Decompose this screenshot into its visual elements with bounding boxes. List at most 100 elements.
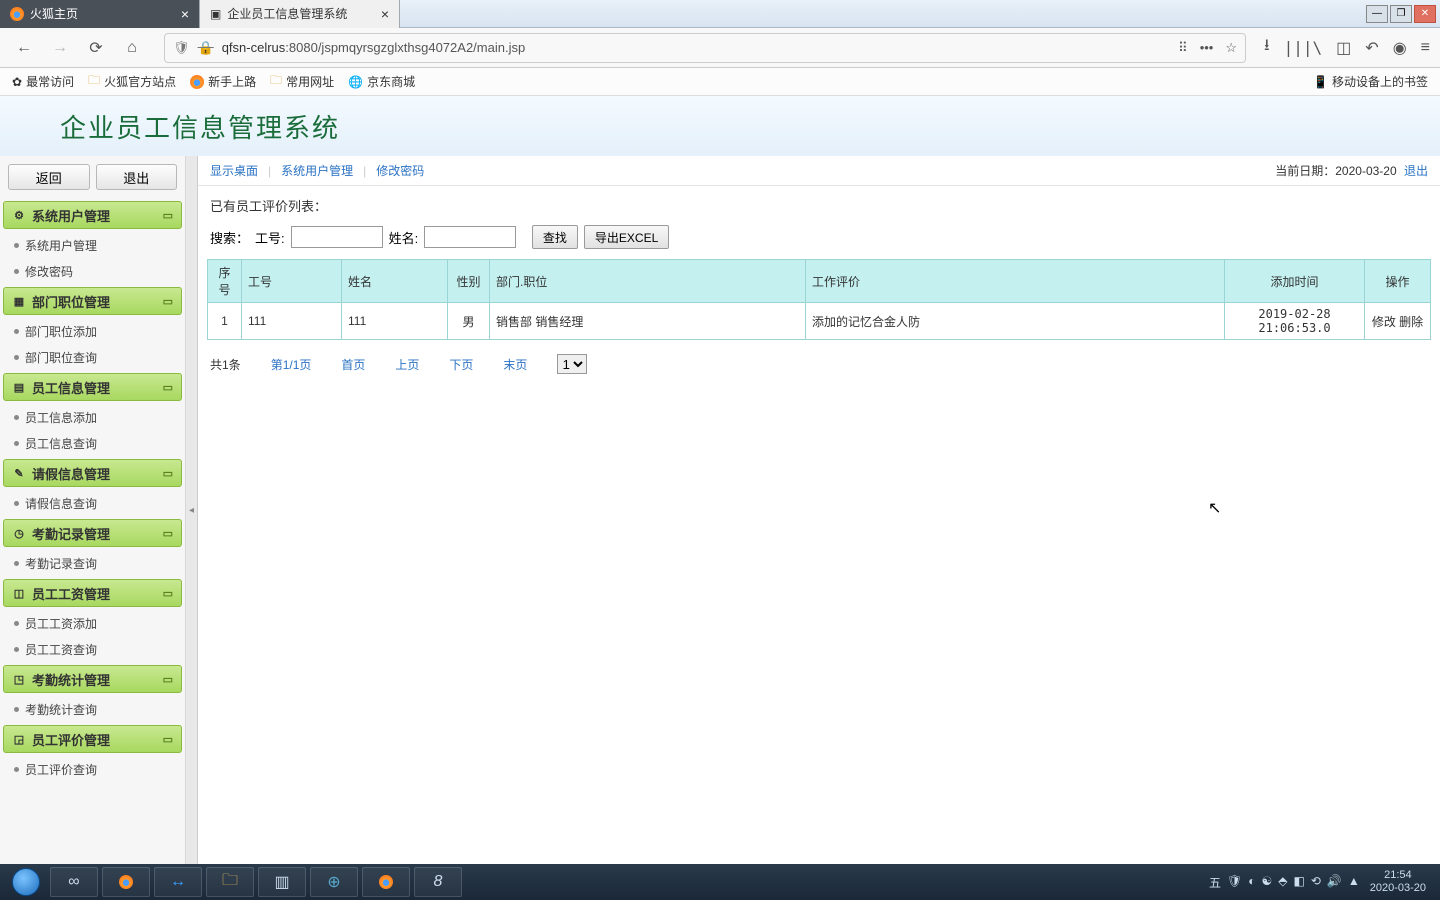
col-review: 工作评价: [806, 260, 1225, 303]
library-icon[interactable]: |||\: [1284, 38, 1323, 57]
sidebar-icon[interactable]: ◫: [1336, 38, 1351, 58]
export-excel-button[interactable]: 导出EXCEL: [584, 225, 669, 249]
bookmark-jd[interactable]: 🌐京东商城: [348, 73, 415, 90]
main-area: 返回 退出 ⚙系统用户管理▭ 系统用户管理 修改密码 ▦部门职位管理▭ 部门职位…: [0, 156, 1440, 864]
tray-icon[interactable]: ◧: [1293, 874, 1304, 891]
tab-app[interactable]: ▣ 企业员工信息管理系统 ×: [200, 0, 400, 28]
tray-icons[interactable]: 五 🛡 ◐ ☯ ⬘ ◧ ⟲ 🔊 ▲: [1209, 874, 1360, 891]
sidebar-item-dept-query[interactable]: 部门职位查询: [0, 344, 185, 370]
taskbar-app-explorer[interactable]: 🗀: [206, 867, 254, 897]
pager-select[interactable]: 1: [557, 354, 587, 374]
tray-icon[interactable]: ⬘: [1278, 874, 1287, 891]
menu-head-system-users[interactable]: ⚙系统用户管理▭: [3, 201, 182, 229]
firefox-icon: [379, 875, 393, 889]
account-icon[interactable]: ◉: [1393, 38, 1407, 58]
empno-input[interactable]: [291, 226, 383, 248]
tray-icon[interactable]: ⟲: [1311, 874, 1321, 891]
sidebar-item-leave-query[interactable]: 请假信息查询: [0, 490, 185, 516]
bookmark-most-visited[interactable]: ✿最常访问: [12, 73, 74, 90]
menu-head-dept[interactable]: ▦部门职位管理▭: [3, 287, 182, 315]
logout-link[interactable]: 退出: [1404, 164, 1428, 178]
edit-link[interactable]: 修改: [1372, 315, 1396, 329]
tray-icon[interactable]: 🔊: [1327, 874, 1342, 891]
reload-button[interactable]: ⟳: [82, 34, 110, 62]
sidebar-item-salary-add[interactable]: 员工工资添加: [0, 610, 185, 636]
minimize-button[interactable]: —: [1366, 5, 1388, 23]
menu-head-attendance[interactable]: ◷考勤记录管理▭: [3, 519, 182, 547]
taskbar-app-teamviewer[interactable]: ↔: [154, 867, 202, 897]
pager-first[interactable]: 首页: [341, 356, 365, 373]
search-button[interactable]: 查找: [532, 225, 578, 249]
menu-head-employee[interactable]: ▤员工信息管理▭: [3, 373, 182, 401]
pager-page[interactable]: 第1/1页: [271, 356, 312, 373]
tray-icon[interactable]: 🛡: [1227, 874, 1242, 891]
maximize-button[interactable]: ❐: [1390, 5, 1412, 23]
taskbar-app-8[interactable]: 8: [414, 867, 462, 897]
crumb-change-pwd[interactable]: 修改密码: [376, 162, 424, 179]
pager-next[interactable]: 下页: [449, 356, 473, 373]
start-button[interactable]: [6, 866, 46, 898]
note-icon: ✎: [12, 466, 26, 480]
pager-prev[interactable]: 上页: [395, 356, 419, 373]
tray-icon[interactable]: ◐: [1248, 874, 1255, 891]
tab-firefox-home[interactable]: 火狐主页 ×: [0, 0, 200, 28]
taskbar-app-firefox2[interactable]: [362, 867, 410, 897]
tab-label: 企业员工信息管理系统: [227, 5, 347, 22]
tray-icon[interactable]: 五: [1209, 874, 1221, 891]
download-icon[interactable]: ⭳: [1264, 34, 1270, 61]
bullet-icon: [14, 415, 19, 420]
home-button[interactable]: ⌂: [118, 34, 146, 62]
sidebar-item-dept-add[interactable]: 部门职位添加: [0, 318, 185, 344]
sidebar-item-user-mgmt[interactable]: 系统用户管理: [0, 232, 185, 258]
close-icon[interactable]: ×: [181, 6, 189, 22]
folder-icon: 🗀: [270, 71, 282, 92]
nav-forward-button[interactable]: →: [46, 34, 74, 62]
menu-head-review[interactable]: ◲员工评价管理▭: [3, 725, 182, 753]
translate-icon[interactable]: ⠿: [1178, 40, 1188, 56]
crumb-desktop[interactable]: 显示桌面: [210, 162, 258, 179]
menu-head-attend-stats[interactable]: ◳考勤统计管理▭: [3, 665, 182, 693]
tray-icon[interactable]: ▲: [1348, 874, 1360, 891]
bullet-icon: [14, 243, 19, 248]
url-host: qfsn-celrus: [222, 40, 286, 55]
col-empno: 工号: [242, 260, 342, 303]
sidebar-item-attend-query[interactable]: 考勤记录查询: [0, 550, 185, 576]
name-input[interactable]: [424, 226, 516, 248]
sidebar-item-stats-query[interactable]: 考勤统计查询: [0, 696, 185, 722]
taskbar-app-1[interactable]: ∞: [50, 867, 98, 897]
bookmark-common[interactable]: 🗀常用网址: [270, 71, 334, 92]
bookmark-firefox-site[interactable]: 🗀火狐官方站点: [88, 71, 176, 92]
taskbar-app-firefox[interactable]: [102, 867, 150, 897]
pager-last[interactable]: 末页: [503, 356, 527, 373]
sidebar-item-change-pwd[interactable]: 修改密码: [0, 258, 185, 284]
sidebar-collapse-handle[interactable]: ◂: [186, 156, 198, 864]
undo-icon[interactable]: ↶: [1365, 38, 1378, 58]
menu-head-leave[interactable]: ✎请假信息管理▭: [3, 459, 182, 487]
collapse-icon: ▭: [163, 381, 173, 394]
field-label-name: 姓名:: [389, 228, 419, 247]
sidebar-item-emp-add[interactable]: 员工信息添加: [0, 404, 185, 430]
taskbar-app-6[interactable]: ⊕: [310, 867, 358, 897]
sidebar-item-emp-query[interactable]: 员工信息查询: [0, 430, 185, 456]
close-icon[interactable]: ×: [381, 6, 389, 22]
url-bar[interactable]: 🛡 🔒 qfsn-celrus:8080/jspmqyrsgzglxthsg40…: [164, 33, 1246, 63]
bookmark-star-icon[interactable]: ☆: [1225, 40, 1237, 56]
delete-link[interactable]: 删除: [1399, 315, 1423, 329]
sidebar-item-salary-query[interactable]: 员工工资查询: [0, 636, 185, 662]
more-icon[interactable]: •••: [1200, 40, 1214, 55]
bookmark-getting-started[interactable]: 新手上路: [190, 73, 256, 90]
menu-icon[interactable]: ≡: [1421, 39, 1430, 57]
back-button[interactable]: 返回: [8, 164, 90, 190]
sidebar-item-review-query[interactable]: 员工评价查询: [0, 756, 185, 782]
exit-button[interactable]: 退出: [96, 164, 178, 190]
menu-head-salary[interactable]: ◫员工工资管理▭: [3, 579, 182, 607]
nav-back-button[interactable]: ←: [10, 34, 38, 62]
bullet-icon: [14, 647, 19, 652]
bookmark-mobile[interactable]: 📱移动设备上的书签: [1313, 73, 1428, 90]
crumb-usermgmt[interactable]: 系统用户管理: [281, 162, 353, 179]
bullet-icon: [14, 707, 19, 712]
taskbar-app-5[interactable]: ▥: [258, 867, 306, 897]
window-close-button[interactable]: ✕: [1414, 5, 1436, 23]
taskbar-clock[interactable]: 21:54 2020-03-20: [1370, 869, 1426, 895]
tray-icon[interactable]: ☯: [1261, 874, 1272, 891]
